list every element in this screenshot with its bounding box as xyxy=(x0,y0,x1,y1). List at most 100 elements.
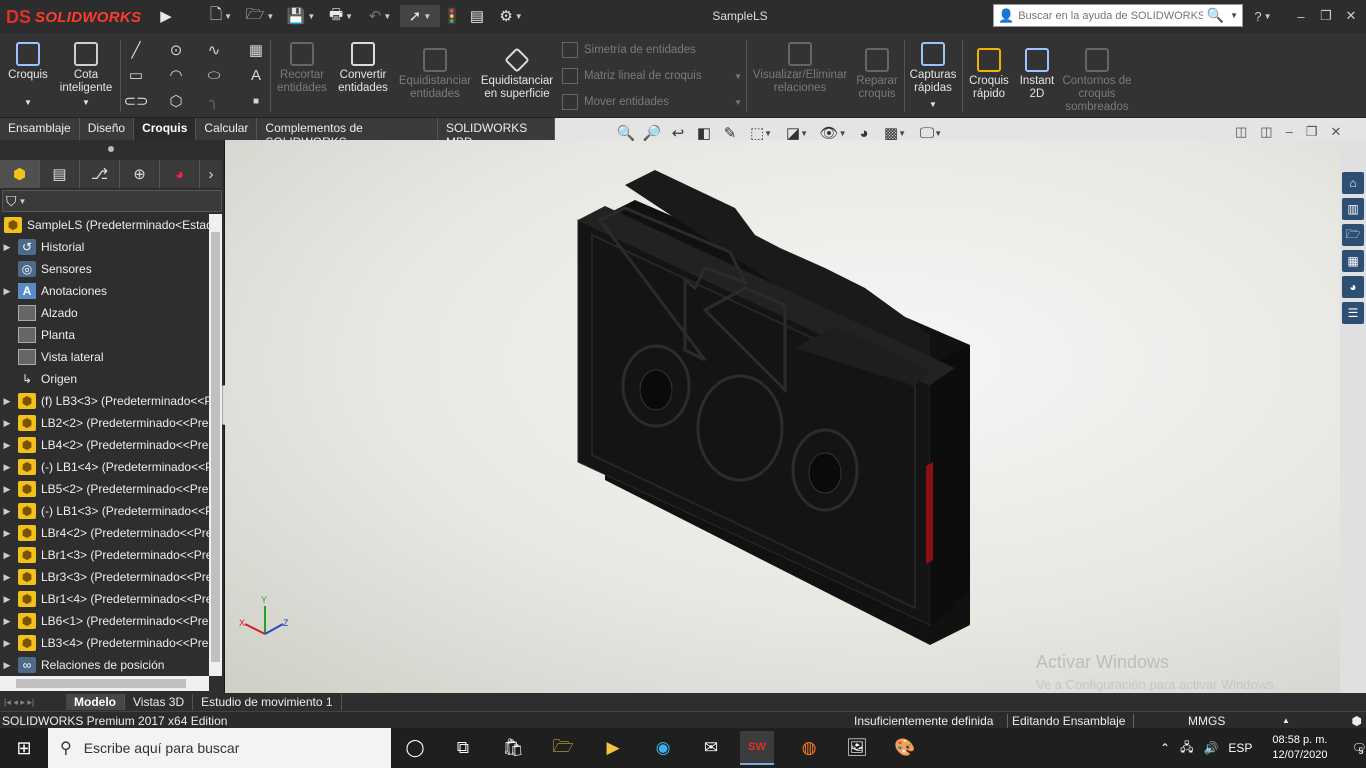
tree-item[interactable]: ▶ ⬢ LB4<2> (Predeterminado<<Predeterminado… xyxy=(0,434,209,456)
view-settings-icon[interactable]: 🖵 ▼ xyxy=(915,123,947,143)
expand-arrow-icon[interactable]: ▶ xyxy=(0,396,14,407)
expand-arrow-icon[interactable]: ▶ xyxy=(0,594,14,605)
tree-item[interactable]: ▶ ⬢ (-) LB1<3> (Predeterminado<<Predetermi… xyxy=(0,500,209,522)
status-units[interactable]: MMGS xyxy=(1134,714,1282,728)
expand-arrow-icon[interactable]: ▶ xyxy=(0,550,14,561)
options-gear-icon[interactable]: ⚙ ▼ xyxy=(494,5,528,27)
viewport-close-icon[interactable]: ✕ xyxy=(1330,124,1341,140)
tree-item[interactable]: ▶ ⬢ LB5<2> (Predeterminado<<Predeterminado… xyxy=(0,478,209,500)
tray-expand-icon[interactable]: ⌃ xyxy=(1160,741,1170,755)
tree-item[interactable]: ▶ ⬢ LBr4<2> (Predeterminado<<Predeterminad… xyxy=(0,522,209,544)
mirror-entities-button[interactable]: Simetría de entidades xyxy=(562,42,742,58)
paint-icon[interactable]: 🎨 xyxy=(888,731,922,765)
custom-properties-icon[interactable]: ☰ xyxy=(1342,302,1364,324)
property-manager-tab-icon[interactable]: ▤ xyxy=(40,160,80,188)
offset-surface-button[interactable]: Equidistanciar en superficie xyxy=(478,47,556,101)
expand-arrow-icon[interactable]: ▶ xyxy=(0,528,14,539)
slot-tool-icon[interactable]: ⊂⊃ xyxy=(123,91,148,111)
fillet-tool-icon[interactable]: ╮ xyxy=(204,91,224,111)
search-dropdown-icon[interactable]: ▼ xyxy=(1230,11,1238,20)
spline-tool-icon[interactable]: ∿ xyxy=(204,40,224,60)
display-manager-tab-icon[interactable]: ◕ xyxy=(160,160,200,188)
design-library-icon[interactable]: ▥ xyxy=(1342,198,1364,220)
viewport-restore-icon[interactable]: ❐ xyxy=(1306,124,1318,140)
appearances-icon[interactable]: ◕ xyxy=(1342,276,1364,298)
offset-entities-button[interactable]: Equidistanciar entidades xyxy=(398,48,472,101)
dynamic-annotation-icon[interactable]: ✎ xyxy=(719,123,741,143)
tree-item[interactable]: ▶ ⬢ LB2<2> (Predeterminado<<Predeterminado… xyxy=(0,412,209,434)
help-search-input[interactable] xyxy=(1018,9,1203,22)
move-caret-icon[interactable]: ▼ xyxy=(734,98,742,107)
scroll-thumb[interactable] xyxy=(211,232,220,662)
previous-view-icon[interactable]: ↩ xyxy=(667,123,689,143)
more-tabs-icon[interactable]: › xyxy=(200,160,222,188)
scroll-thumb[interactable] xyxy=(16,679,186,688)
file-properties-icon[interactable]: ▤ xyxy=(467,5,487,27)
tree-item[interactable]: ▶ ⬢ LBr1<3> (Predeterminado<<Predeterminad… xyxy=(0,544,209,566)
sketch-caret-icon[interactable]: ▼ xyxy=(24,96,32,109)
edit-appearance-icon[interactable]: ◕ xyxy=(853,123,875,143)
clock[interactable]: 08:58 p. m. 12/07/2020 xyxy=(1272,733,1327,763)
network-icon[interactable]: 🖧 xyxy=(1180,738,1193,759)
tab-scroll-arrows-icon[interactable]: |◂ ◂ ▸ ▸| xyxy=(0,693,66,711)
panel-grip-icon[interactable] xyxy=(108,146,114,152)
tab-diseno[interactable]: Diseño xyxy=(79,118,135,140)
mail-icon[interactable]: ✉ xyxy=(694,731,728,765)
circle-tool-icon[interactable]: ⊙ xyxy=(166,40,186,60)
restore-button[interactable]: ❐ xyxy=(1315,6,1337,26)
move-entities-button[interactable]: Mover entidades ▼ xyxy=(562,94,742,110)
open-document-button[interactable]: 🗁 ▼ xyxy=(245,5,275,27)
zoom-to-fit-icon[interactable]: 🔍 xyxy=(615,123,637,143)
quick-snaps-button[interactable]: Capturas rápidas ▼ xyxy=(908,42,958,111)
expand-arrow-icon[interactable]: ▶ xyxy=(0,572,14,583)
tile-left-icon[interactable]: ◫ xyxy=(1235,124,1247,140)
close-button[interactable]: ✕ xyxy=(1340,6,1362,26)
status-bar-toggle-icon[interactable]: ⬢ xyxy=(1352,714,1362,728)
display-style-icon[interactable]: ◪ ▼ xyxy=(781,123,813,143)
file-explorer-icon[interactable]: 🗁 xyxy=(1342,224,1364,246)
ellipse-tool-icon[interactable]: ⬭ xyxy=(204,65,224,85)
repair-sketch-button[interactable]: Reparar croquis xyxy=(852,48,902,101)
sketch-button[interactable]: Croquis ▼ xyxy=(4,42,52,109)
tree-item[interactable]: ▶ ⬢ LB3<4> (Predeterminado<<Predeterminado… xyxy=(0,632,209,654)
tab-motion-study[interactable]: Estudio de movimiento 1 xyxy=(193,694,342,710)
shaded-contours-button[interactable]: Contornos de croquis sombreados xyxy=(1062,48,1132,114)
rebuild-icon[interactable]: 🚦 xyxy=(443,5,462,27)
tree-item[interactable]: ↳ Origen xyxy=(0,368,209,390)
windows-start-icon[interactable]: ⊞ xyxy=(7,731,41,765)
snaps-caret-icon[interactable]: ▼ xyxy=(929,98,937,111)
trim-entities-button[interactable]: Recortar entidades xyxy=(276,42,328,95)
solidworks-resources-icon[interactable]: ⌂ xyxy=(1342,172,1364,194)
smart-dimension-button[interactable]: Cota inteligente ▼ xyxy=(56,42,116,109)
solidworks-taskbar-icon[interactable]: SW xyxy=(740,731,774,765)
cortana-icon[interactable]: ◯ xyxy=(398,731,432,765)
tree-item[interactable]: Alzado xyxy=(0,302,209,324)
model-view[interactable]: Y X Z xyxy=(225,140,1340,693)
expand-arrow-icon[interactable]: ▶ xyxy=(0,418,14,429)
volume-icon[interactable]: 🔊 xyxy=(1203,741,1218,755)
display-delete-relations-button[interactable]: Visualizar/Eliminar relaciones xyxy=(752,42,848,95)
firefox-icon[interactable]: ◍ xyxy=(792,731,826,765)
filter-bar[interactable]: ⛉ ▼ xyxy=(2,190,222,212)
expand-menu-icon[interactable]: ▶ xyxy=(158,5,174,27)
search-icon[interactable]: 🔍 xyxy=(1207,7,1224,24)
tab-croquis[interactable]: Croquis xyxy=(134,118,197,140)
tree-root[interactable]: ⬢ SampleLS (Predeterminado<Estado de vis… xyxy=(0,214,209,236)
tile-right-icon[interactable]: ◫ xyxy=(1260,124,1272,140)
task-view-icon[interactable]: ⧉ xyxy=(446,731,480,765)
expand-arrow-icon[interactable]: ▶ xyxy=(0,484,14,495)
expand-arrow-icon[interactable]: ▶ xyxy=(0,506,14,517)
linear-pattern-button[interactable]: Matriz lineal de croquis ▼ xyxy=(562,68,742,84)
tree-item[interactable]: ▶ ⬢ LB6<1> (Predeterminado<<Predeterminado… xyxy=(0,610,209,632)
rectangle-tool-icon[interactable]: ▭ xyxy=(126,65,146,85)
file-explorer-taskbar-icon[interactable]: 🗁 xyxy=(546,731,580,765)
arc-tool-icon[interactable]: ◠ xyxy=(166,65,186,85)
expand-arrow-icon[interactable]: ▶ xyxy=(0,660,14,671)
plane-tool-icon[interactable]: ■ xyxy=(246,91,266,111)
viewport-minimize-icon[interactable]: – xyxy=(1286,124,1293,140)
tree-item[interactable]: Vista lateral xyxy=(0,346,209,368)
help-search-box[interactable]: 👤 🔍 ▼ xyxy=(993,4,1243,27)
media-app-icon[interactable]: ▶ xyxy=(596,731,630,765)
tab-complementos[interactable]: Complementos de SOLIDWORKS xyxy=(257,118,438,149)
line-tool-icon[interactable]: ╱ xyxy=(126,40,146,60)
